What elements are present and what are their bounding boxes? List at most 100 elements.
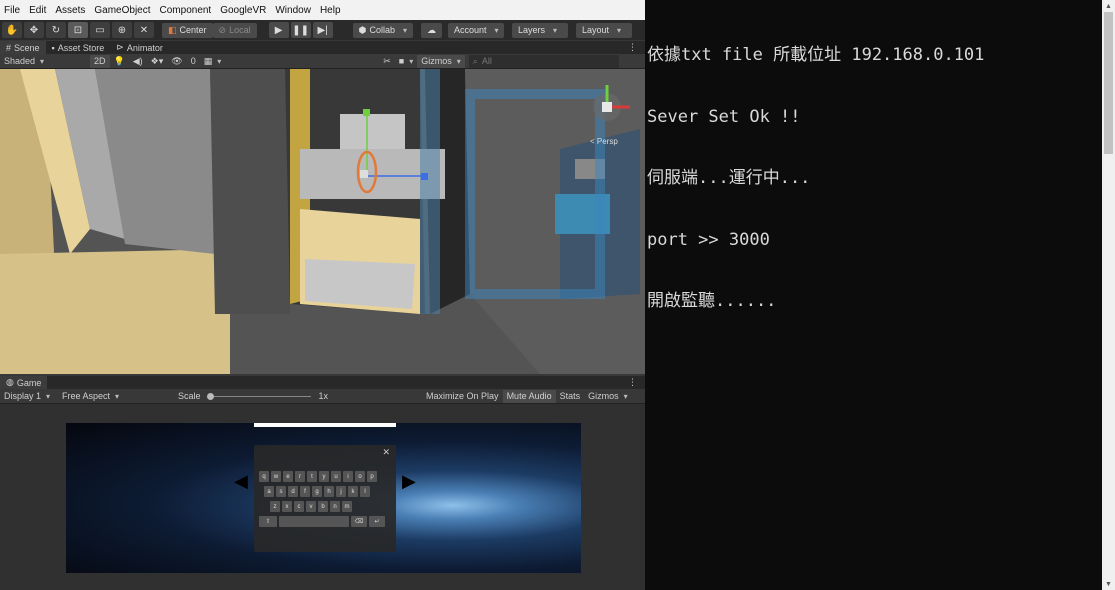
keyboard-key[interactable]: y <box>319 471 329 482</box>
aspect-label: Free Aspect <box>62 391 111 401</box>
menu-gameobject[interactable]: GameObject <box>94 5 150 16</box>
menu-component[interactable]: Component <box>160 5 212 16</box>
game-menu-icon[interactable]: ⋮ <box>628 377 637 388</box>
keyboard-key[interactable]: c <box>294 501 304 512</box>
lighting-toggle-icon[interactable]: 💡 <box>110 55 129 68</box>
step-button-icon[interactable]: ▶| <box>312 22 333 38</box>
play-button-icon[interactable]: ▶ <box>268 22 289 38</box>
menu-assets[interactable]: Assets <box>55 5 85 16</box>
keyboard-key[interactable]: m <box>342 501 352 512</box>
move-tool-icon[interactable]: ✥ <box>24 22 44 38</box>
menu-googlevr[interactable]: GoogleVR <box>220 5 266 16</box>
keyboard-key[interactable]: s <box>276 486 286 497</box>
keyboard-key[interactable]: v <box>306 501 316 512</box>
right-arrow-icon[interactable]: ▶ <box>402 471 416 492</box>
persp-label[interactable]: < Persp <box>590 137 618 146</box>
local-label: Local <box>229 25 251 35</box>
keyboard-key[interactable]: n <box>330 501 340 512</box>
aspect-dropdown[interactable]: Free Aspect <box>58 390 174 403</box>
scene-search-input[interactable]: ⌕ All <box>468 54 619 68</box>
left-arrow-icon[interactable]: ◀ <box>234 471 248 492</box>
keyboard-key[interactable]: q <box>259 471 269 482</box>
mode-2d-label: 2D <box>94 56 106 66</box>
mute-audio-toggle[interactable]: Mute Audio <box>502 389 556 403</box>
scroll-thumb[interactable] <box>1104 12 1113 154</box>
keyboard-key[interactable]: b <box>318 501 328 512</box>
scale-value: 1x <box>318 391 329 401</box>
shading-dropdown[interactable]: Shaded <box>0 55 88 68</box>
rotate-tool-icon[interactable]: ↻ <box>46 22 66 38</box>
hand-tool-icon[interactable]: ✋ <box>2 22 22 38</box>
keyboard-key[interactable]: z <box>270 501 280 512</box>
keyboard-key[interactable]: g <box>312 486 322 497</box>
rect-tool-icon[interactable]: ▭ <box>90 22 110 38</box>
keyboard-key[interactable]: l <box>360 486 370 497</box>
account-dropdown[interactable]: Account <box>447 22 504 38</box>
scale-label: Scale <box>178 391 201 401</box>
gizmos-dropdown[interactable]: Gizmos <box>417 54 465 68</box>
keyboard-key[interactable]: h <box>324 486 334 497</box>
keyboard-key[interactable]: r <box>295 471 305 482</box>
menu-edit[interactable]: Edit <box>29 5 46 16</box>
console-scrollbar[interactable]: ▲ ▼ <box>1102 0 1115 590</box>
game-gizmos-dropdown[interactable]: Gizmos <box>584 390 632 403</box>
pause-button-icon[interactable]: ❚❚ <box>290 22 311 38</box>
scene-options-bar: Shaded 2D 💡 ◀) ❖▾ 👁 0 ▦ ✂ ■ Gizmos ⌕ All <box>0 54 645 69</box>
space-key[interactable] <box>279 516 349 527</box>
camera-dropdown-icon[interactable]: ■ <box>395 55 417 68</box>
keyboard-key[interactable]: a <box>264 486 274 497</box>
scale-slider[interactable] <box>205 390 315 403</box>
cloud-button[interactable]: ☁ <box>420 22 442 38</box>
keyboard-key[interactable]: e <box>283 471 293 482</box>
hidden-objects-icon[interactable]: 👁 <box>167 55 186 68</box>
tab-scene[interactable]: # Scene <box>0 41 46 54</box>
tab-animator[interactable]: ⊳ Animator <box>110 41 169 54</box>
audio-toggle-icon[interactable]: ◀) <box>129 55 147 68</box>
backspace-key-icon[interactable]: ⌫ <box>351 516 367 527</box>
keyboard-key[interactable]: k <box>348 486 358 497</box>
shift-key-icon[interactable]: ⇧ <box>259 516 277 527</box>
keyboard-key[interactable]: o <box>355 471 365 482</box>
menu-help[interactable]: Help <box>320 5 341 16</box>
effects-dropdown-icon[interactable]: ❖▾ <box>147 55 168 68</box>
collab-dropdown[interactable]: ⬢ Collab <box>352 22 413 38</box>
stats-toggle[interactable]: Stats <box>556 390 585 403</box>
enter-key-icon[interactable]: ↵ <box>369 516 385 527</box>
tab-asset-store[interactable]: ▪ Asset Store <box>46 41 111 54</box>
scale-tool-icon[interactable]: ⊡ <box>68 22 88 38</box>
keyboard-key[interactable]: p <box>367 471 377 482</box>
keyboard-key[interactable]: j <box>336 486 346 497</box>
maximize-on-play-toggle[interactable]: Maximize On Play <box>422 390 503 403</box>
scene-menu-icon[interactable]: ⋮ <box>628 42 637 53</box>
keyboard-key[interactable]: t <box>307 471 317 482</box>
mode-2d-toggle[interactable]: 2D <box>90 54 110 68</box>
keyboard-key[interactable]: i <box>343 471 353 482</box>
layout-dropdown[interactable]: Layout <box>575 22 632 38</box>
console-line: 依據txt file 所載位址 192.168.0.101 <box>647 45 985 65</box>
transform-tool-icon[interactable]: ⊕ <box>112 22 132 38</box>
center-label: Center <box>179 25 207 35</box>
scene-view[interactable]: < Persp <box>0 69 645 374</box>
tab-game[interactable]: ◍ Game <box>0 376 48 389</box>
keyboard-key[interactable]: w <box>271 471 281 482</box>
menu-window[interactable]: Window <box>275 5 311 16</box>
keyboard-key[interactable]: u <box>331 471 341 482</box>
close-icon[interactable]: ✕ <box>382 447 390 458</box>
game-render[interactable]: ◀ ▶ ✕ qwertyuiop asdfghjkl zxcvbnm ⇧ ⌫ ↵ <box>66 423 581 573</box>
scroll-down-icon[interactable]: ▼ <box>1102 578 1115 590</box>
keyboard-key[interactable]: d <box>288 486 298 497</box>
tools-icon[interactable]: ✂ <box>379 55 395 68</box>
keyboard-key[interactable]: x <box>282 501 292 512</box>
scroll-up-icon[interactable]: ▲ <box>1102 0 1115 12</box>
keyboard-row-2: asdfghjkl <box>264 486 370 497</box>
layers-dropdown[interactable]: Layers <box>511 22 568 38</box>
custom-tool-icon[interactable]: ✕ <box>134 22 154 38</box>
animator-icon: ⊳ <box>116 42 124 52</box>
keyboard-key[interactable]: f <box>300 486 310 497</box>
pivot-local-button[interactable]: ⊘ Local <box>212 22 257 38</box>
menu-file[interactable]: File <box>4 5 20 16</box>
layout-label: Layout <box>581 25 610 35</box>
pivot-center-button[interactable]: ◧ Center <box>162 22 213 38</box>
display-dropdown[interactable]: Display 1 <box>0 390 58 403</box>
grid-dropdown-icon[interactable]: ▦ <box>200 55 226 68</box>
